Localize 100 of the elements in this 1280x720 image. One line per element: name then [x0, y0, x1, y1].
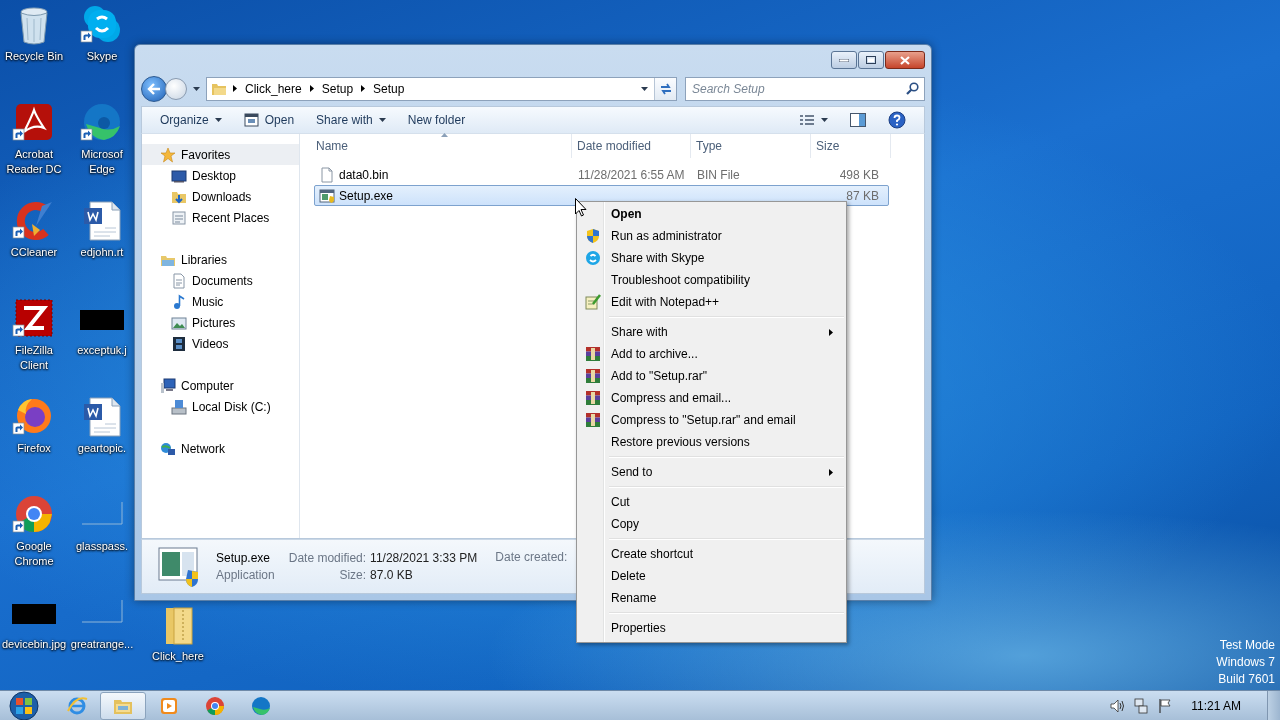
menu-item[interactable]: Properties — [579, 617, 844, 639]
nav-item[interactable]: Libraries — [142, 249, 299, 270]
music-note-icon — [171, 293, 187, 310]
program-window-icon — [243, 112, 259, 127]
column-header[interactable]: Date modified — [572, 134, 691, 158]
nav-item[interactable]: Favorites — [142, 144, 299, 165]
menu-item[interactable]: Run as administrator — [579, 225, 844, 247]
menu-item[interactable]: Delete — [579, 565, 844, 587]
toolbar-button[interactable]: Organize — [152, 109, 230, 130]
size-cell: 498 KB — [839, 167, 879, 182]
minimize-button[interactable] — [831, 51, 857, 69]
back-button[interactable] — [141, 75, 167, 102]
network-icon — [160, 440, 176, 457]
menu-item[interactable]: Share with — [579, 321, 844, 343]
menu-item[interactable]: Share with Skype — [579, 247, 844, 269]
desktop-icon-label[interactable]: Google Chrome — [2, 539, 66, 569]
menu-item[interactable]: Compress and email... — [579, 387, 844, 409]
preview-pane-icon — [850, 112, 866, 127]
menu-item[interactable]: Create shortcut — [579, 543, 844, 565]
clock[interactable]: 11:21 AM — [1191, 698, 1241, 713]
caret-icon — [378, 117, 386, 122]
recent-pages-button[interactable] — [191, 86, 202, 91]
menu-item[interactable]: Troubleshoot compatibility — [579, 269, 844, 291]
details-value: 87.0 KB — [370, 568, 414, 582]
menu-item[interactable]: Edit with Notepad++ — [579, 291, 844, 313]
sort-arrow-icon — [441, 133, 448, 137]
menu-item[interactable]: Restore previous versions — [579, 431, 844, 453]
nav-item[interactable]: Desktop — [142, 165, 299, 186]
nav-item[interactable]: Local Disk (C:) — [142, 396, 299, 417]
caret-icon — [821, 117, 828, 122]
menu-item[interactable]: Cut — [579, 491, 844, 513]
os-notice-text: Windows 7 — [1216, 654, 1275, 671]
submenu-arrow-icon — [829, 328, 833, 336]
hard-disk-icon — [171, 398, 187, 415]
file-row[interactable]: data0.bin 11/28/2021 6:55 AM BIN File 498 KB — [314, 164, 889, 185]
search-field[interactable]: Search Setup — [685, 76, 925, 101]
menu-item[interactable]: Send to — [579, 461, 844, 483]
column-header[interactable]: Size — [811, 134, 891, 158]
desktop-icon-label[interactable]: Microsof Edge — [70, 147, 134, 177]
computer-icon — [160, 377, 176, 394]
submenu-arrow-icon — [829, 468, 833, 476]
nav-item[interactable]: Documents — [142, 270, 299, 291]
help-icon — [888, 110, 906, 129]
tray-button[interactable] — [1133, 697, 1150, 714]
back-arrow-icon — [147, 82, 161, 95]
nav-item[interactable]: Downloads — [142, 186, 299, 207]
desktop-icon-label[interactable]: exceptuk.j — [77, 343, 127, 358]
desktop-icon-label[interactable]: FileZilla Client — [2, 343, 66, 373]
tray-button[interactable] — [1157, 697, 1174, 714]
toolbar-button[interactable]: New folder — [399, 109, 474, 130]
menu-item[interactable]: Compress to "Setup.rar" and email — [579, 409, 844, 431]
desktop-icon-label[interactable]: CCleaner — [10, 245, 58, 260]
maximize-button[interactable] — [858, 51, 884, 69]
breadcrumb[interactable]: Setup — [319, 81, 356, 96]
breadcrumb[interactable]: Setup — [371, 81, 407, 96]
menu-item[interactable]: Add to archive... — [579, 343, 844, 365]
file-icon — [319, 166, 335, 183]
desktop-icon-label[interactable]: Acrobat Reader DC — [2, 147, 66, 177]
network-icon — [1133, 697, 1150, 714]
desktop-icon-label[interactable]: Firefox — [17, 441, 51, 456]
recent-places-icon — [171, 209, 187, 226]
desktop-icon-label[interactable]: greatrange... — [70, 637, 134, 652]
toolbar-button[interactable]: Share with — [308, 109, 394, 130]
details-label: Date created: — [495, 550, 568, 564]
menu-item[interactable]: Rename — [579, 587, 844, 609]
chevron-icon — [233, 85, 237, 93]
cursor-icon — [575, 198, 587, 217]
nav-item[interactable]: Computer — [142, 375, 299, 396]
nav-item[interactable]: Music — [142, 291, 299, 312]
desktop-icon-label[interactable]: glasspass. — [76, 539, 128, 554]
address-bar[interactable]: Click_here Setup Setup — [206, 76, 677, 101]
size-cell: 87 KB — [846, 188, 879, 203]
archive-books-icon — [585, 412, 601, 428]
desktop-icon-label[interactable]: Recycle Bin — [4, 49, 64, 64]
browser-icon — [250, 694, 272, 717]
desktop-icon-label[interactable]: devicebin.jpg — [2, 637, 66, 652]
menu-item[interactable]: Add to "Setup.rar" — [579, 365, 844, 387]
search-icon — [906, 81, 919, 95]
film-icon — [171, 335, 187, 352]
tray-button[interactable] — [1109, 697, 1126, 714]
column-header[interactable]: Name — [311, 134, 572, 158]
nav-item[interactable]: Network — [142, 438, 299, 459]
column-header[interactable]: Type — [691, 134, 811, 158]
caret-icon — [214, 117, 222, 122]
menu-item[interactable]: Copy — [579, 513, 844, 535]
nav-item[interactable]: Recent Places — [142, 207, 299, 228]
breadcrumb[interactable]: Click_here — [243, 81, 304, 96]
nav-item[interactable]: Videos — [142, 333, 299, 354]
desktop-icon-label[interactable]: edjohn.rt — [80, 245, 124, 260]
desktop-icon-label[interactable]: Skype — [86, 49, 118, 64]
os-notice-text: Test Mode — [1219, 637, 1275, 654]
desktop-icon-label[interactable]: geartopic. — [77, 441, 127, 456]
toolbar-button[interactable]: Open — [235, 109, 303, 130]
refresh-button[interactable] — [654, 77, 676, 100]
monitor-icon — [171, 167, 187, 184]
ftp-client-icon[interactable] — [12, 298, 56, 340]
browser-icon — [66, 694, 88, 717]
desktop-icon-label[interactable]: Click_here — [152, 649, 204, 664]
close-button[interactable] — [885, 51, 925, 69]
nav-item[interactable]: Pictures — [142, 312, 299, 333]
